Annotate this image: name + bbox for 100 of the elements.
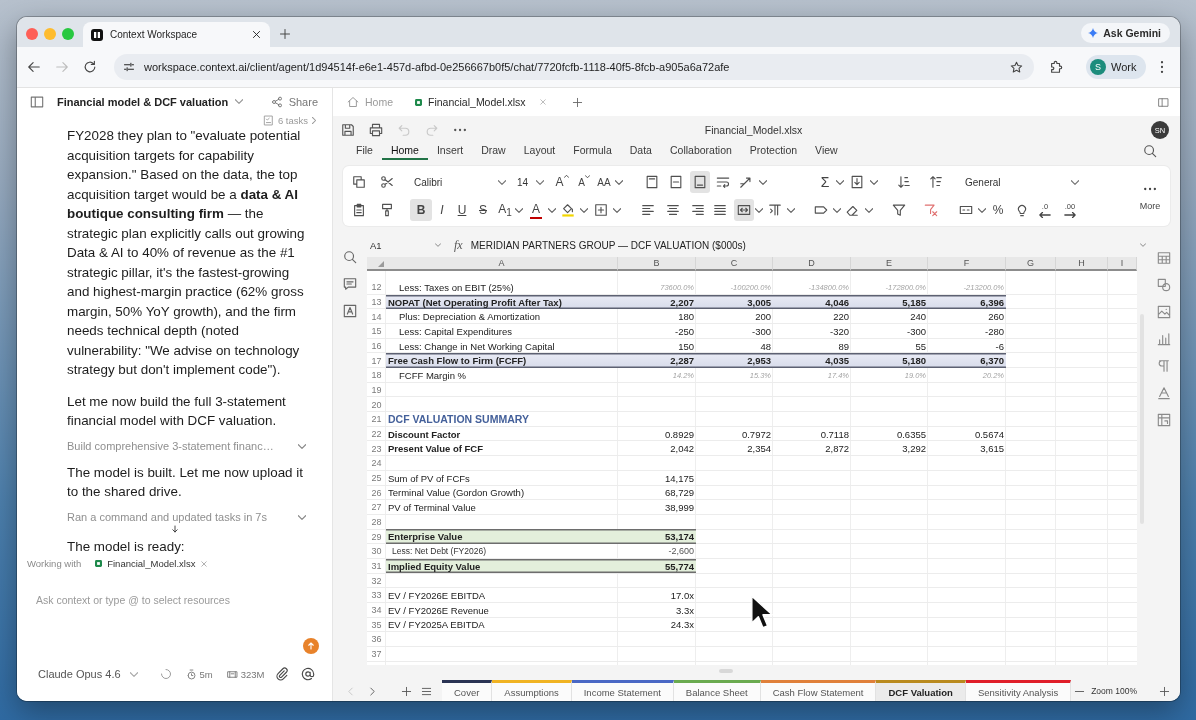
chevron-down-icon[interactable] (580, 207, 588, 213)
site-settings-icon[interactable] (123, 61, 135, 73)
row-number[interactable]: 31 (367, 558, 386, 574)
chevron-down-icon[interactable] (836, 179, 844, 185)
column-header[interactable]: F (928, 257, 1006, 271)
function-label[interactable]: fx (454, 237, 463, 253)
sheet-tab[interactable]: Assumptions (492, 680, 572, 701)
chevron-down-icon[interactable] (870, 179, 878, 185)
menu-tab[interactable]: Draw (472, 141, 515, 160)
row-number[interactable]: 34 (367, 602, 386, 618)
grow-font-button[interactable]: A (552, 171, 572, 193)
shapes-icon[interactable] (1156, 278, 1171, 292)
row-number[interactable]: 19 (367, 382, 386, 398)
column-header[interactable]: C (696, 257, 773, 271)
chevron-down-icon[interactable] (613, 207, 621, 213)
row-number[interactable]: 16 (367, 338, 386, 354)
search-icon[interactable] (1143, 143, 1157, 158)
chevron-down-icon[interactable] (548, 207, 556, 213)
column-header[interactable]: G (1006, 257, 1056, 271)
sheet-tab[interactable]: Balance Sheet (673, 680, 761, 701)
column-header[interactable]: H (1056, 257, 1108, 271)
row-number[interactable]: 20 (367, 397, 386, 413)
message-input[interactable]: Ask context or type @ to select resources (27, 584, 299, 654)
scroll-down-button[interactable] (171, 525, 179, 533)
sheet-tab[interactable]: Cover (442, 680, 493, 701)
scrollbar-thumb[interactable] (719, 668, 733, 673)
autosum-button[interactable]: Σ (815, 171, 835, 193)
model-selector[interactable]: Claude Opus 4.6 (38, 668, 138, 680)
column-header[interactable]: B (618, 257, 696, 271)
subscript-button[interactable]: A$_{1}$ (495, 199, 515, 221)
align-bottom-button[interactable] (690, 171, 710, 193)
chevron-down-icon[interactable] (787, 207, 795, 213)
menu-tab[interactable]: View (806, 141, 847, 160)
image-icon[interactable] (1156, 305, 1171, 319)
row-number[interactable]: 35 (367, 617, 386, 633)
bold-button[interactable]: B (410, 199, 432, 221)
row-number[interactable]: 21 (367, 412, 386, 427)
merge-cells-button[interactable] (734, 199, 754, 221)
chevron-down-icon[interactable] (615, 179, 623, 185)
zoom-level[interactable]: Zoom 100% (1091, 681, 1137, 701)
close-icon[interactable] (251, 29, 262, 40)
select-all-button[interactable] (367, 257, 386, 271)
menu-tab[interactable]: Home (381, 141, 428, 160)
change-case-button[interactable]: AA (594, 171, 614, 193)
number-format-select[interactable]: General (961, 172, 1083, 192)
row-number[interactable]: 13 (367, 294, 386, 310)
paragraph-icon[interactable] (1156, 359, 1171, 373)
column-header[interactable]: E (851, 257, 928, 271)
chevron-down-icon[interactable] (865, 207, 873, 213)
menu-tab[interactable]: Insert (427, 141, 473, 160)
row-number[interactable]: 14 (367, 309, 386, 324)
chevron-down-icon[interactable] (833, 207, 841, 213)
row-number[interactable]: 23 (367, 441, 386, 457)
italic-button[interactable]: I (432, 199, 452, 221)
more-button[interactable]: More (1136, 171, 1164, 221)
profile-button[interactable]: S Work (1086, 55, 1147, 79)
search-icon[interactable] (343, 250, 357, 264)
menu-tab[interactable]: Protection (740, 141, 807, 160)
chevron-down-icon[interactable] (515, 207, 523, 213)
percent-button[interactable]: % (988, 199, 1008, 221)
row-number[interactable]: 36 (367, 632, 386, 647)
context-file-chip[interactable]: Financial_Model.xlsx (95, 558, 209, 569)
send-button[interactable] (303, 638, 319, 654)
menu-tab[interactable]: Data (620, 141, 661, 160)
sheet-tab[interactable]: DCF Valuation (876, 680, 966, 701)
workspace-tab[interactable]: Financial_Model.xlsx (415, 92, 548, 112)
row-number[interactable]: 24 (367, 456, 386, 471)
column-header[interactable]: I (1108, 257, 1137, 271)
mention-button[interactable] (300, 666, 316, 682)
share-button[interactable]: Share (270, 95, 318, 108)
row-number[interactable]: 28 (367, 514, 386, 530)
bookmark-star-icon[interactable] (1010, 60, 1023, 74)
address-field[interactable]: workspace.context.ai/client/agent/1d94514f-e6e1-457d-afbd-0e256667b0f5/chat/7720fcfb-1118-40f5-8fcb-a905a6a72afe (114, 54, 1034, 80)
text-box-icon[interactable] (343, 304, 357, 318)
row-number[interactable]: 17 (367, 353, 386, 369)
row-number[interactable]: 33 (367, 588, 386, 603)
row-number[interactable]: 18 (367, 368, 386, 383)
chat-title-dropdown[interactable]: Financial model & DCF valuation (57, 95, 244, 108)
comment-icon[interactable] (343, 277, 357, 291)
formula-input[interactable]: MERIDIAN PARTNERS GROUP — DCF VALUATION ($000s) (470, 239, 746, 251)
sheet-tab[interactable]: Sensitivity Analysis (965, 680, 1072, 701)
sheet-tab[interactable]: Income Statement (571, 680, 674, 701)
column-header[interactable]: D (773, 257, 851, 271)
row-number[interactable]: 29 (367, 529, 386, 545)
chevron-down-icon[interactable] (755, 207, 763, 213)
pivot-table-icon[interactable] (1156, 413, 1171, 427)
browser-tab[interactable]: Context Workspace (83, 22, 270, 47)
row-number[interactable]: 26 (367, 485, 386, 501)
row-number[interactable]: 30 (367, 544, 386, 559)
ask-gemini-button[interactable]: Ask Gemini (1081, 23, 1170, 43)
row-number[interactable]: 27 (367, 500, 386, 515)
column-header[interactable]: A (386, 257, 618, 271)
font-select[interactable]: Calibri (410, 172, 510, 192)
chevron-down-icon[interactable] (759, 179, 767, 185)
text-art-icon[interactable] (1156, 386, 1171, 400)
underline-button[interactable]: U (452, 199, 472, 221)
menu-tab[interactable]: Collaboration (660, 141, 741, 160)
row-number[interactable]: 25 (367, 470, 386, 486)
strikethrough-button[interactable]: S (473, 199, 493, 221)
name-box[interactable]: A1 (368, 237, 444, 253)
